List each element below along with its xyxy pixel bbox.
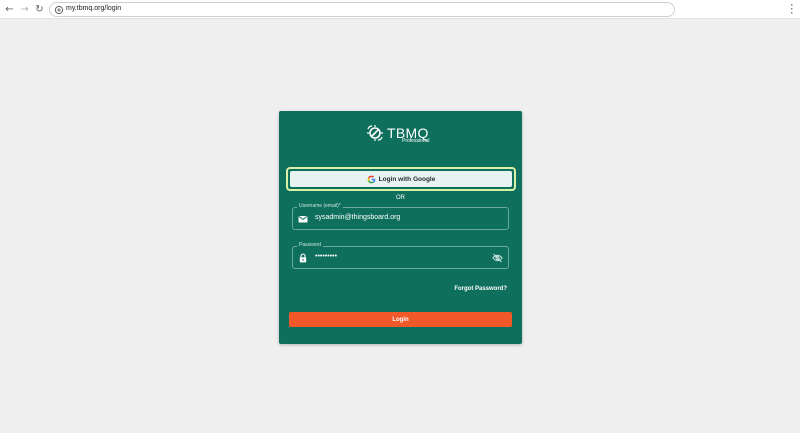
forgot-password-link[interactable]: Forgot Password? [454,286,507,292]
password-input[interactable]: ••••••••• [315,253,337,260]
reload-icon[interactable]: ↻ [34,4,45,15]
visibility-off-icon[interactable] [492,253,503,263]
or-divider: OR [396,195,405,201]
password-field[interactable]: Password ••••••••• [292,242,509,269]
lock-icon [299,253,307,263]
mail-icon [298,216,308,223]
login-button[interactable]: Login [289,312,512,327]
browser-toolbar: ← → ↻ my.tbmq.org/login · · · [0,0,800,19]
google-button-label: Login with Google [378,175,436,183]
password-label: Password [297,242,323,248]
logo-subtitle: Professional [402,138,430,144]
forward-arrow-icon[interactable]: → [19,4,30,15]
tbmq-logo-icon [367,125,383,141]
url-text: my.tbmq.org/login [66,5,122,12]
login-with-google-button[interactable]: Login with Google [290,171,512,187]
login-card: TBMQ Professional Login with Google OR U… [279,111,522,344]
tbmq-logo: TBMQ Professional [365,123,445,147]
browser-menu-icon[interactable]: · · · [788,1,796,18]
address-bar[interactable]: my.tbmq.org/login [49,2,675,17]
username-field[interactable]: Username (email)* sysadmin@thingsboard.o… [292,203,509,230]
username-input[interactable]: sysadmin@thingsboard.org [315,214,400,221]
back-arrow-icon[interactable]: ← [4,4,15,15]
username-label: Username (email)* [297,203,343,209]
google-g-icon [367,175,375,183]
site-info-icon[interactable] [54,5,64,15]
google-login-focus-ring: Login with Google [286,167,516,191]
